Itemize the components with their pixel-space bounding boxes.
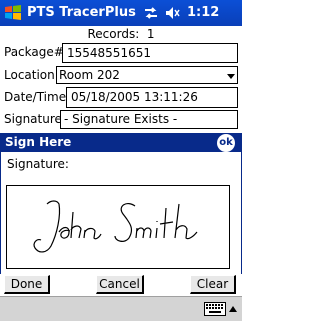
- location-label: Location:: [4, 68, 59, 82]
- title-bar: PTS TracerPlus 1:12: [0, 0, 242, 26]
- menu-bar: [0, 296, 242, 321]
- signature-pad-label: Signature:: [7, 157, 69, 171]
- package-field[interactable]: 15548551651: [62, 43, 238, 63]
- location-dropdown[interactable]: Room 202: [56, 66, 238, 84]
- sign-here-header: Sign Here ok: [0, 133, 242, 152]
- location-value: Room 202: [59, 68, 120, 82]
- ok-button[interactable]: ok: [217, 134, 235, 152]
- app-title: PTS TracerPlus: [27, 5, 136, 20]
- speaker-icon[interactable]: [164, 5, 180, 21]
- package-label: Package#:: [4, 45, 68, 59]
- cancel-button[interactable]: Cancel: [96, 275, 144, 294]
- done-button[interactable]: Done: [4, 275, 50, 294]
- input-menu-arrow-icon[interactable]: [229, 306, 237, 312]
- signature-status: - Signature Exists -: [64, 112, 178, 126]
- datetime-label: Date/Time:: [4, 90, 71, 104]
- package-value: 15548551651: [67, 46, 151, 60]
- connectivity-icon[interactable]: [143, 5, 159, 21]
- records-count: Records: 1: [87, 27, 155, 41]
- datetime-field[interactable]: 05/18/2005 13:11:26: [66, 87, 238, 108]
- datetime-value: 05/18/2005 13:11:26: [71, 90, 198, 104]
- screen: PTS TracerPlus 1:12 Records: 1 Package#:…: [0, 0, 242, 321]
- signature-pad[interactable]: [6, 185, 230, 269]
- clear-button[interactable]: Clear: [190, 275, 236, 294]
- signature-field[interactable]: - Signature Exists -: [60, 110, 238, 129]
- windows-start-icon[interactable]: [4, 4, 22, 22]
- clock-time[interactable]: 1:12: [187, 5, 219, 20]
- keyboard-icon[interactable]: [204, 302, 226, 316]
- sign-here-title: Sign Here: [5, 135, 72, 149]
- signature-label: Signature:: [4, 112, 66, 126]
- sign-panel: Signature:: [0, 152, 242, 274]
- chevron-down-icon[interactable]: [227, 74, 235, 79]
- handwritten-signature: [33, 200, 198, 253]
